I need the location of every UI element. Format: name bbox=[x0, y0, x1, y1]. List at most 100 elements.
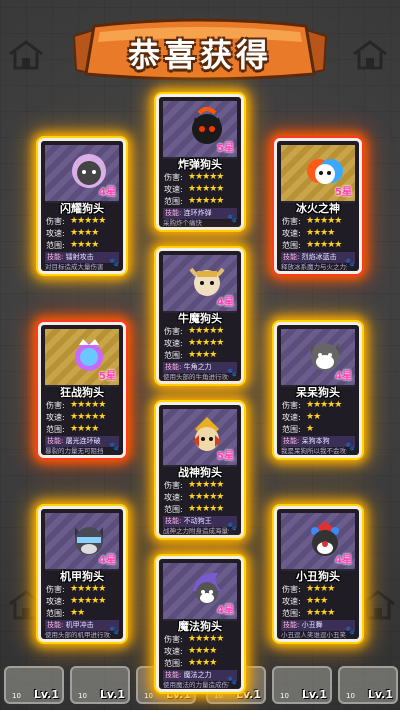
stat-label: 范围: bbox=[282, 608, 301, 618]
paw-icon: 🐾 bbox=[227, 676, 237, 685]
paw-icon: 🐾 bbox=[345, 258, 355, 267]
card-name: 魔法狗头 bbox=[178, 620, 222, 633]
stat-row-speed: 攻速: ★★★★★ bbox=[164, 337, 224, 349]
stat-row-attack: 伤害: ★★★★★ bbox=[164, 171, 224, 183]
rank-badge: 4星 bbox=[217, 297, 234, 308]
stat-row-range: 范围: ★★★★ bbox=[164, 657, 217, 669]
card-portrait: 4星 bbox=[163, 255, 237, 313]
reward-card[interactable]: 5星 战神狗头 伤害: ★★★★★ 攻速: ★★★★★ 范围: ★★★★★ 技能: 不… bbox=[156, 402, 244, 538]
reward-card[interactable]: 4星 魔法狗头 伤害: ★★★★★ 攻速: ★★★★ 范围: ★★★★ 技能: 魔法之… bbox=[156, 556, 244, 692]
reward-card[interactable]: 4星 机甲狗头 伤害: ★★★★★ 攻速: ★★★★★ 范围: ★★ 技能: 机甲冲击… bbox=[38, 506, 126, 642]
skill-description: 对目标造成大量伤害 bbox=[45, 263, 104, 271]
rank-badge: 5星 bbox=[217, 451, 234, 462]
stat-row-range: 范围: ★★★★ bbox=[46, 239, 99, 251]
stat-row-speed: 攻速: ★★★★★ bbox=[46, 411, 106, 423]
star-rating: ★★★★★ bbox=[306, 400, 342, 410]
reward-card[interactable]: 5星 炸弹狗头 伤害: ★★★★★ 攻速: ★★★★★ 范围: ★★★★★ 技能: 连… bbox=[156, 94, 244, 230]
card-name: 牛魔狗头 bbox=[178, 312, 222, 325]
stat-label: 伤害: bbox=[282, 584, 301, 594]
page-title: 恭喜获得 bbox=[127, 36, 272, 74]
tower-slot[interactable]: 10 Lv.1 bbox=[272, 666, 332, 704]
stat-label: 范围: bbox=[282, 424, 301, 434]
skill-description: 我是呆狗所以我不会攻击 bbox=[281, 447, 347, 455]
stat-label: 攻速: bbox=[282, 228, 301, 238]
card-name: 炸弹狗头 bbox=[178, 158, 222, 171]
card-name: 闪耀狗头 bbox=[60, 202, 104, 215]
stat-label: 攻速: bbox=[282, 412, 301, 422]
star-rating: ★★★ bbox=[306, 596, 328, 606]
star-rating: ★★★★ bbox=[70, 228, 99, 238]
skill-row: 技能: 连环炸弹 bbox=[163, 208, 237, 219]
reward-card[interactable]: 4星 呆呆狗头 伤害: ★★★★★ 攻速: ★★ 范围: ★ 技能: 呆狗本狗 我是呆… bbox=[274, 322, 362, 458]
star-rating: ★★★★★ bbox=[188, 172, 224, 182]
skill-row: 技能: 牛角之力 bbox=[163, 362, 237, 373]
level-label: Lv.1 bbox=[367, 688, 393, 701]
skill-name: 小丑舞 bbox=[301, 621, 323, 629]
stat-row-attack: 伤害: ★★★★★ bbox=[282, 215, 342, 227]
stat-row-attack: 伤害: ★★★★★ bbox=[164, 633, 224, 645]
rank-badge: 5星 bbox=[99, 371, 116, 382]
reward-card[interactable]: 5星 冰火之神 伤害: ★★★★★ 攻速: ★★★★ 范围: ★★★★★ 技能: 烈焰… bbox=[274, 138, 362, 274]
card-portrait: 5星 bbox=[163, 409, 237, 467]
paw-icon: 🐾 bbox=[109, 626, 119, 635]
reward-card[interactable]: 4星 小丑狗头 伤害: ★★★★ 攻速: ★★★ 范围: ★★★★ 技能: 小丑舞 小… bbox=[274, 506, 362, 642]
stat-label: 攻速: bbox=[164, 492, 183, 502]
card-portrait: 4星 bbox=[45, 513, 119, 571]
skill-row: 技能: 小丑舞 bbox=[281, 620, 355, 631]
reward-card[interactable]: 4星 闪耀狗头 伤害: ★★★★★ 攻速: ★★★★ 范围: ★★★★ 技能: 镭射攻… bbox=[38, 138, 126, 274]
stat-label: 范围: bbox=[282, 240, 301, 250]
stat-row-speed: 攻速: ★★★★ bbox=[164, 645, 217, 657]
skill-name: 屠光连环破 bbox=[65, 437, 101, 445]
tower-slot[interactable]: 10 Lv.1 bbox=[4, 666, 64, 704]
stat-row-attack: 伤害: ★★★★★ bbox=[46, 583, 106, 595]
skill-description: 使用魔法的力量造成伤害 bbox=[163, 681, 229, 689]
card-name: 冰火之神 bbox=[296, 202, 340, 215]
stat-label: 攻速: bbox=[164, 184, 183, 194]
stat-row-attack: 伤害: ★★★★★ bbox=[164, 325, 224, 337]
card-portrait: 4星 bbox=[45, 145, 119, 203]
paw-icon: 🐾 bbox=[227, 214, 237, 223]
stat-label: 伤害: bbox=[164, 172, 183, 182]
tower-slot[interactable]: 10 Lv.1 bbox=[70, 666, 130, 704]
star-rating: ★★★★ bbox=[188, 350, 217, 360]
star-rating: ★★★★★ bbox=[306, 240, 342, 250]
tower-slot[interactable]: 10 Lv.1 bbox=[338, 666, 398, 704]
coin-count: 10 bbox=[280, 692, 289, 700]
stat-row-speed: 攻速: ★★★★★ bbox=[46, 595, 106, 607]
skill-description: 暴裂的力量无可阻挡 bbox=[45, 447, 104, 455]
star-rating: ★★★★★ bbox=[188, 184, 224, 194]
stat-label: 伤害: bbox=[46, 584, 65, 594]
reward-card[interactable]: 5星 狂战狗头 伤害: ★★★★★ 攻速: ★★★★★ 范围: ★★★★ 技能: 屠光… bbox=[38, 322, 126, 458]
card-portrait: 4星 bbox=[281, 513, 355, 571]
skill-description: 释放冰系魔力与火之力造成海量伤害 bbox=[281, 263, 347, 271]
card-portrait: 5星 bbox=[281, 145, 355, 203]
skill-label: 技能: bbox=[283, 621, 300, 629]
skill-name: 烈焰冰蓝击 bbox=[301, 253, 337, 261]
stat-label: 伤害: bbox=[164, 326, 183, 336]
paw-icon: 🐾 bbox=[345, 626, 355, 635]
stat-label: 伤害: bbox=[46, 216, 65, 226]
stat-label: 范围: bbox=[164, 504, 183, 514]
card-name: 小丑狗头 bbox=[296, 570, 340, 583]
skill-name: 镭射攻击 bbox=[65, 253, 94, 261]
stat-row-speed: 攻速: ★★★★★ bbox=[164, 491, 224, 503]
skill-name: 不动狗王 bbox=[183, 517, 212, 525]
stat-row-speed: 攻速: ★★★★★ bbox=[164, 183, 224, 195]
stat-label: 范围: bbox=[46, 608, 65, 618]
rank-badge: 4星 bbox=[335, 555, 352, 566]
stat-label: 范围: bbox=[46, 424, 65, 434]
star-rating: ★★★★★ bbox=[70, 596, 106, 606]
paw-icon: 🐾 bbox=[109, 442, 119, 451]
stat-label: 攻速: bbox=[164, 646, 183, 656]
stat-row-range: 范围: ★★★★ bbox=[282, 607, 335, 619]
star-rating: ★★ bbox=[70, 608, 85, 618]
star-rating: ★★★★★ bbox=[306, 216, 342, 226]
stat-label: 伤害: bbox=[164, 634, 183, 644]
skill-name: 魔法之力 bbox=[183, 671, 212, 679]
stat-label: 范围: bbox=[164, 658, 183, 668]
stat-row-speed: 攻速: ★★ bbox=[282, 411, 321, 423]
reward-card[interactable]: 4星 牛魔狗头 伤害: ★★★★★ 攻速: ★★★★★ 范围: ★★★★ 技能: 牛角… bbox=[156, 248, 244, 384]
star-rating: ★★★★ bbox=[306, 584, 335, 594]
stat-label: 范围: bbox=[164, 196, 183, 206]
card-name: 战神狗头 bbox=[178, 466, 222, 479]
